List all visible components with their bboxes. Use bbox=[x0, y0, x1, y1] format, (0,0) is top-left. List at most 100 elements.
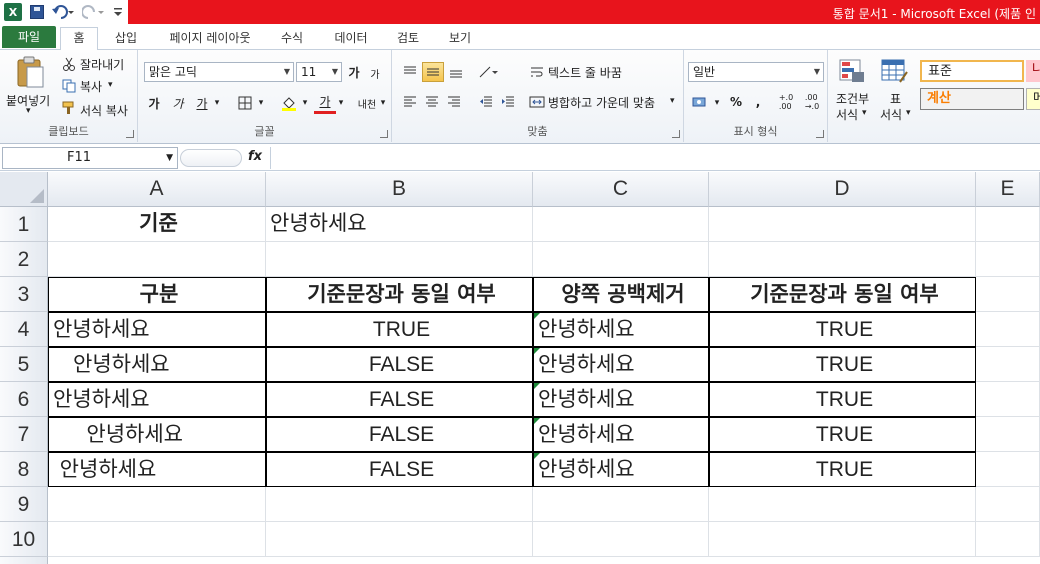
phonetic-button[interactable]: 내천 bbox=[354, 92, 380, 114]
column-header-b[interactable]: B bbox=[266, 172, 533, 207]
row-header-11[interactable] bbox=[0, 557, 48, 564]
cell-e5[interactable] bbox=[976, 347, 1040, 382]
increase-indent-icon[interactable] bbox=[498, 92, 518, 112]
align-right-icon[interactable] bbox=[444, 92, 464, 112]
cut-icon[interactable] bbox=[60, 56, 78, 72]
comma-button[interactable]: , bbox=[750, 92, 766, 112]
copy-dropdown-icon[interactable]: ▾ bbox=[108, 80, 113, 90]
merge-center-button[interactable]: 병합하고 가운데 맞춤 bbox=[548, 94, 655, 111]
format-as-table-button[interactable]: 표 bbox=[890, 90, 901, 107]
decrease-indent-icon[interactable] bbox=[476, 92, 496, 112]
grow-font-button[interactable]: 가 bbox=[344, 62, 364, 82]
column-header-e[interactable]: E bbox=[976, 172, 1040, 207]
merge-center-icon[interactable] bbox=[528, 92, 546, 112]
cell-b9[interactable] bbox=[266, 487, 533, 522]
table-cell-c6[interactable]: 안녕하세요 bbox=[533, 382, 709, 417]
cell-d2[interactable] bbox=[709, 242, 976, 277]
table-cell-d7[interactable]: TRUE bbox=[709, 417, 976, 452]
table-cell-d8[interactable]: TRUE bbox=[709, 452, 976, 487]
phonetic-dropdown-icon[interactable]: ▾ bbox=[378, 94, 388, 112]
table-cell-a7[interactable]: 안녕하세요 bbox=[48, 417, 266, 452]
criteria-label-cell[interactable]: 기준 bbox=[48, 207, 266, 242]
row-header-1[interactable]: 1 bbox=[0, 207, 48, 242]
table-header-b[interactable]: 기준문장과 동일 여부 bbox=[266, 277, 533, 312]
row-header-3[interactable]: 3 bbox=[0, 277, 48, 312]
cell-e9[interactable] bbox=[976, 487, 1040, 522]
tab-home[interactable]: 홈 bbox=[60, 27, 98, 51]
cell-e6[interactable] bbox=[976, 382, 1040, 417]
cell-e4[interactable] bbox=[976, 312, 1040, 347]
column-header-c[interactable]: C bbox=[533, 172, 709, 207]
decrease-decimal-button[interactable]: .00 →.0 bbox=[800, 90, 824, 114]
merge-center-dropdown-icon[interactable]: ▾ bbox=[670, 96, 675, 106]
wrap-text-button[interactable]: 텍스트 줄 바꿈 bbox=[548, 64, 622, 81]
font-size-combo[interactable]: 11 ▼ bbox=[296, 62, 342, 82]
style-note[interactable]: 메 bbox=[1026, 88, 1040, 110]
column-header-a[interactable]: A bbox=[48, 172, 266, 207]
align-center-icon[interactable] bbox=[422, 92, 442, 112]
tab-insert[interactable]: 삽입 bbox=[106, 28, 146, 50]
wrap-text-icon[interactable] bbox=[528, 62, 546, 82]
redo-icon[interactable] bbox=[80, 3, 106, 21]
underline-button[interactable]: 가 bbox=[192, 92, 212, 114]
cell-e8[interactable] bbox=[976, 452, 1040, 487]
table-header-a[interactable]: 구분 bbox=[48, 277, 266, 312]
font-name-dropdown-icon[interactable]: ▼ bbox=[284, 63, 290, 81]
shrink-font-button[interactable]: 가 bbox=[366, 64, 384, 82]
font-size-dropdown-icon[interactable]: ▼ bbox=[332, 63, 338, 81]
table-cell-d5[interactable]: TRUE bbox=[709, 347, 976, 382]
insert-function-button[interactable]: fx bbox=[248, 149, 262, 164]
style-normal[interactable]: 표준 bbox=[920, 60, 1024, 82]
cell-c10[interactable] bbox=[533, 522, 709, 557]
number-format-combo[interactable]: 일반 ▼ bbox=[688, 62, 824, 82]
conditional-format-icon[interactable] bbox=[836, 56, 868, 86]
bold-button[interactable]: 가 bbox=[144, 92, 164, 114]
table-cell-c4[interactable]: 안녕하세요 bbox=[533, 312, 709, 347]
clipboard-launcher-icon[interactable] bbox=[126, 130, 134, 138]
font-name-combo[interactable]: 맑은 고딕 ▼ bbox=[144, 62, 294, 82]
table-cell-d6[interactable]: TRUE bbox=[709, 382, 976, 417]
tab-formulas[interactable]: 수식 bbox=[272, 28, 312, 50]
tab-view[interactable]: 보기 bbox=[440, 28, 480, 50]
paste-dropdown-icon[interactable]: ▾ bbox=[26, 106, 31, 116]
cell-e3[interactable] bbox=[976, 277, 1040, 312]
tab-page-layout[interactable]: 페이지 레이아웃 bbox=[158, 28, 262, 50]
table-cell-c5[interactable]: 안녕하세요 bbox=[533, 347, 709, 382]
format-painter-icon[interactable] bbox=[60, 100, 78, 116]
table-cell-b6[interactable]: FALSE bbox=[266, 382, 533, 417]
tab-file[interactable]: 파일 bbox=[2, 26, 56, 48]
borders-icon[interactable] bbox=[234, 92, 256, 114]
cut-button[interactable]: 잘라내기 bbox=[80, 56, 124, 73]
alignment-launcher-icon[interactable] bbox=[672, 130, 680, 138]
name-box[interactable]: F11 ▼ bbox=[2, 147, 178, 169]
number-launcher-icon[interactable] bbox=[816, 130, 824, 138]
formula-input[interactable] bbox=[270, 147, 1040, 169]
align-left-icon[interactable] bbox=[400, 92, 420, 112]
row-header-4[interactable]: 4 bbox=[0, 312, 48, 347]
cell-e7[interactable] bbox=[976, 417, 1040, 452]
cell-a10[interactable] bbox=[48, 522, 266, 557]
font-color-button[interactable]: 가 bbox=[314, 92, 336, 114]
cell-d10[interactable] bbox=[709, 522, 976, 557]
table-cell-c8[interactable]: 안녕하세요 bbox=[533, 452, 709, 487]
row-header-6[interactable]: 6 bbox=[0, 382, 48, 417]
currency-icon[interactable] bbox=[690, 92, 712, 112]
copy-button[interactable]: 복사 bbox=[80, 78, 102, 95]
cell-c2[interactable] bbox=[533, 242, 709, 277]
align-top-icon[interactable] bbox=[400, 62, 420, 82]
table-header-c[interactable]: 양쪽 공백제거 bbox=[533, 277, 709, 312]
row-header-9[interactable]: 9 bbox=[0, 487, 48, 522]
table-cell-a8[interactable]: 안녕하세요 bbox=[48, 452, 266, 487]
format-as-table-icon[interactable] bbox=[878, 56, 910, 86]
save-icon[interactable] bbox=[28, 3, 46, 21]
table-cell-b4[interactable]: TRUE bbox=[266, 312, 533, 347]
underline-dropdown-icon[interactable]: ▾ bbox=[212, 94, 222, 112]
tab-review[interactable]: 검토 bbox=[388, 28, 428, 50]
align-bottom-icon[interactable] bbox=[446, 62, 466, 82]
copy-icon[interactable] bbox=[60, 78, 78, 94]
fill-color-icon[interactable] bbox=[278, 92, 300, 114]
percent-button[interactable]: % bbox=[726, 92, 746, 112]
cell-c9[interactable] bbox=[533, 487, 709, 522]
cell-d1[interactable] bbox=[709, 207, 976, 242]
row-header-7[interactable]: 7 bbox=[0, 417, 48, 452]
